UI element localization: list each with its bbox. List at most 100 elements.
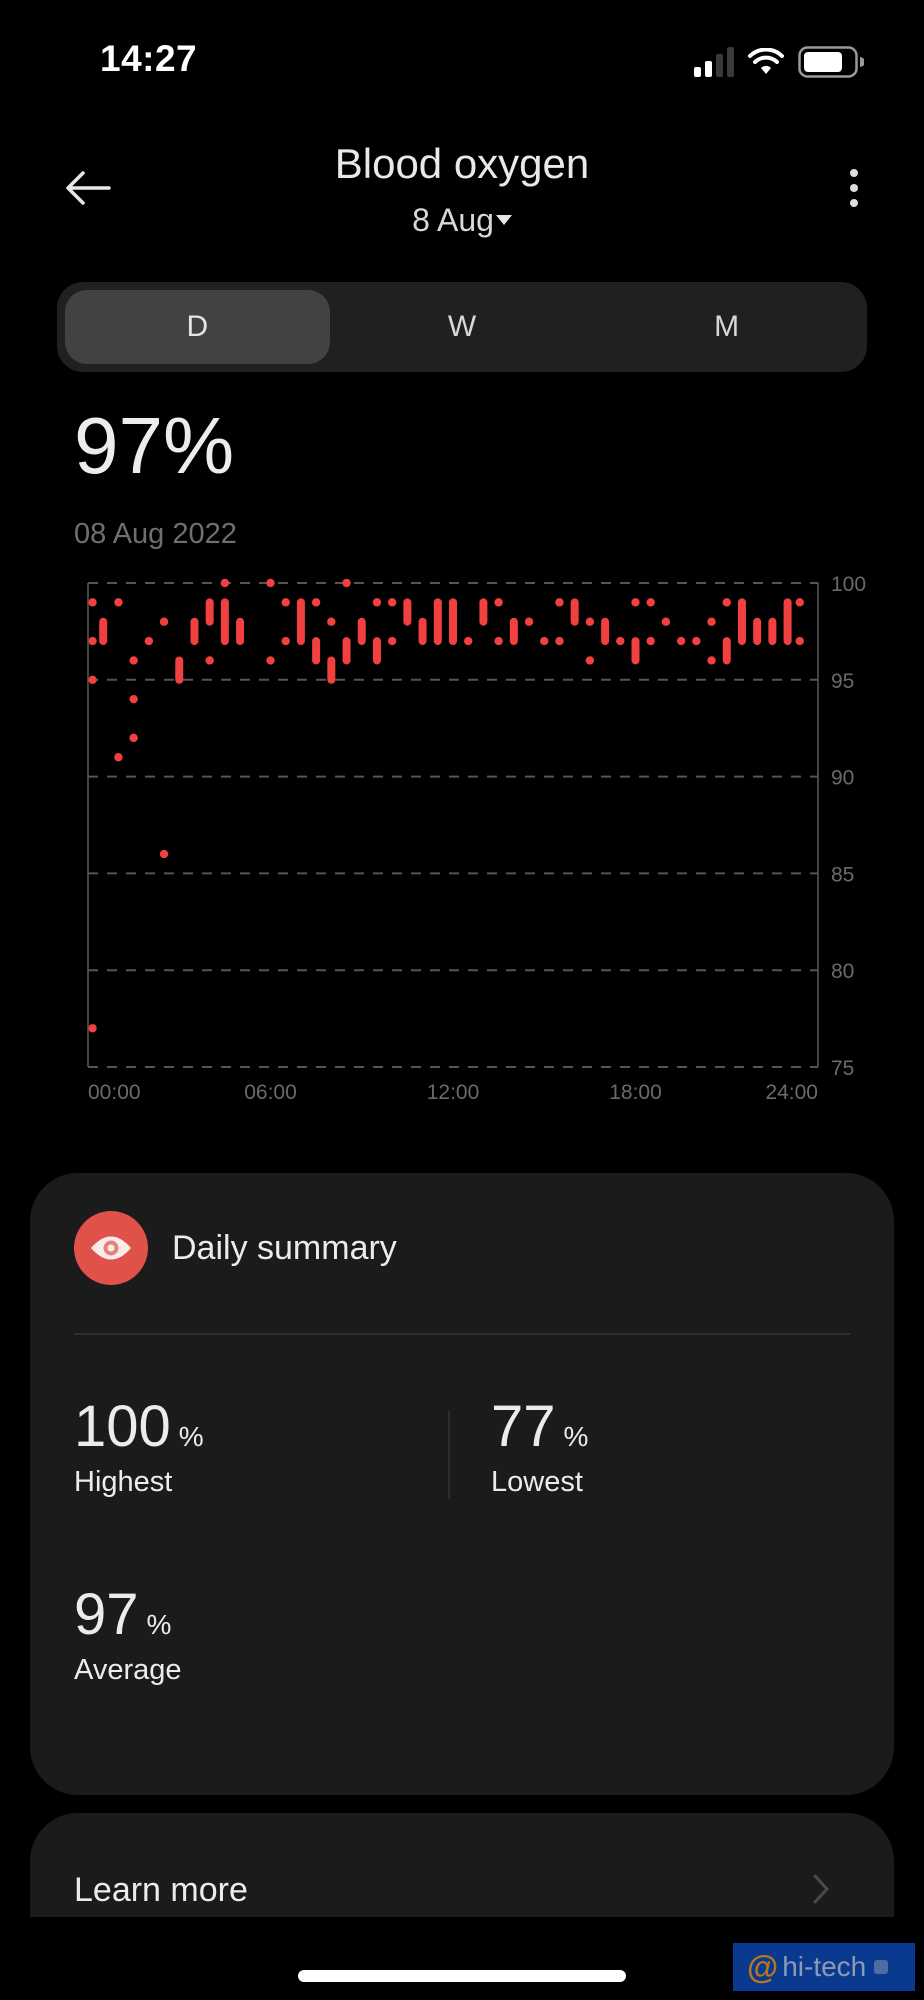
stat-highest: 100% Highest: [74, 1393, 204, 1499]
data-point: [464, 636, 473, 646]
data-point: [342, 578, 351, 588]
status-time: 14:27: [100, 38, 198, 79]
data-point: [555, 598, 564, 607]
data-point: [555, 636, 564, 646]
more-vertical-icon: [850, 169, 858, 177]
y-tick-label: 85: [831, 863, 854, 886]
watermark-at: @: [747, 1948, 779, 1985]
y-tick-label: 90: [831, 767, 854, 790]
current-date: 08 Aug 2022: [74, 518, 237, 550]
data-point: [387, 636, 397, 646]
data-point: [144, 636, 154, 646]
stat-unit: %: [178, 1421, 204, 1452]
summary-header: Daily summary: [74, 1211, 397, 1285]
date-selector-label: 8 Aug: [412, 202, 494, 238]
summary-title: Daily summary: [172, 1228, 397, 1267]
page-title: Blood oxygen: [334, 140, 590, 187]
battery-icon: [798, 46, 864, 78]
header: Blood oxygen 8 Aug: [0, 130, 924, 250]
daily-summary-card: Daily summary 100% Highest 77% Lowest 97…: [30, 1173, 894, 1795]
stat-unit: %: [563, 1421, 589, 1452]
stat-value: 77: [491, 1394, 556, 1459]
data-point: [540, 636, 549, 646]
tab-day[interactable]: D: [65, 290, 330, 364]
data-point: [661, 617, 671, 626]
data-point: [266, 578, 275, 588]
data-point: [707, 617, 716, 626]
x-tick-label: 12:00: [427, 1081, 480, 1104]
period-tabs: D W M: [57, 282, 867, 372]
y-tick-label: 95: [831, 670, 854, 693]
watermark: @ hi-tech: [733, 1943, 915, 1991]
data-point: [88, 675, 97, 684]
data-point: [88, 1024, 97, 1033]
chart-svg: 100 95 90 85 80 75 00:00 06:00 12:00 18:00 24:00: [87, 573, 866, 1104]
data-point: [692, 636, 701, 646]
vk-icon: [874, 1960, 889, 1974]
data-point: [129, 656, 138, 665]
stat-unit: %: [146, 1609, 172, 1640]
data-point: [129, 694, 138, 704]
date-selector[interactable]: 8 Aug: [0, 202, 924, 239]
data-point: [88, 598, 97, 607]
data-point: [311, 598, 321, 607]
status-bar: 14:27: [0, 0, 924, 110]
data-point: [795, 636, 804, 646]
y-tick-label: 100: [831, 573, 866, 596]
current-value: 97%: [74, 401, 235, 490]
data-point: [387, 598, 397, 607]
more-options-button[interactable]: [834, 160, 874, 216]
divider: [448, 1411, 450, 1499]
home-indicator[interactable]: [298, 1970, 626, 1982]
x-tick-label: 00:00: [88, 1081, 141, 1104]
stat-value: 100: [74, 1394, 171, 1459]
stat-average: 97% Average: [74, 1581, 182, 1687]
y-tick-label: 80: [831, 960, 854, 983]
divider: [74, 1333, 850, 1335]
data-point: [646, 636, 655, 646]
data-point: [494, 636, 503, 646]
data-point: [585, 617, 595, 626]
grid-layer: [87, 582, 819, 1068]
stat-label: Highest: [74, 1466, 173, 1498]
tab-month[interactable]: M: [594, 290, 859, 364]
data-point: [494, 598, 503, 607]
data-point: [114, 598, 123, 607]
data-point: [524, 617, 534, 626]
data-point: [795, 598, 804, 607]
stat-lowest: 77% Lowest: [491, 1393, 588, 1499]
y-tick-label: 75: [831, 1057, 854, 1080]
data-point: [159, 617, 169, 626]
data-point: [616, 636, 625, 646]
data-point: [114, 753, 123, 762]
stat-value: 97: [74, 1582, 139, 1647]
data-point: [585, 656, 595, 665]
data-point: [707, 656, 716, 665]
wifi-icon: [748, 48, 784, 74]
data-point: [129, 733, 138, 743]
data-point: [372, 598, 382, 607]
data-point: [220, 578, 230, 588]
data-point: [676, 636, 686, 646]
data-point: [281, 636, 290, 646]
marks-layer: [88, 578, 804, 1033]
data-point: [281, 598, 290, 607]
data-point: [646, 598, 655, 607]
data-point: [159, 849, 169, 859]
data-point: [631, 598, 640, 607]
signal-icon: [694, 47, 734, 77]
tab-week[interactable]: W: [330, 290, 595, 364]
chevron-right-icon: [813, 1874, 829, 1904]
data-point: [205, 656, 214, 665]
data-point: [266, 656, 275, 665]
blood-oxygen-chart[interactable]: 100 95 90 85 80 75 00:00 06:00 12:00 18:00 24:00: [0, 570, 924, 1130]
eye-icon: [74, 1211, 148, 1285]
watermark-text: hi-tech: [782, 1951, 867, 1982]
status-icons: [694, 46, 864, 78]
x-tick-label: 24:00: [765, 1081, 818, 1104]
x-tick-label: 06:00: [244, 1081, 297, 1104]
stat-label: Average: [74, 1654, 182, 1686]
learn-more-label: Learn more: [74, 1871, 248, 1909]
label-layer: 100 95 90 85 80 75 00:00 06:00 12:00 18:00 24:00: [88, 573, 866, 1104]
learn-more-row[interactable]: Learn more: [30, 1813, 894, 1917]
